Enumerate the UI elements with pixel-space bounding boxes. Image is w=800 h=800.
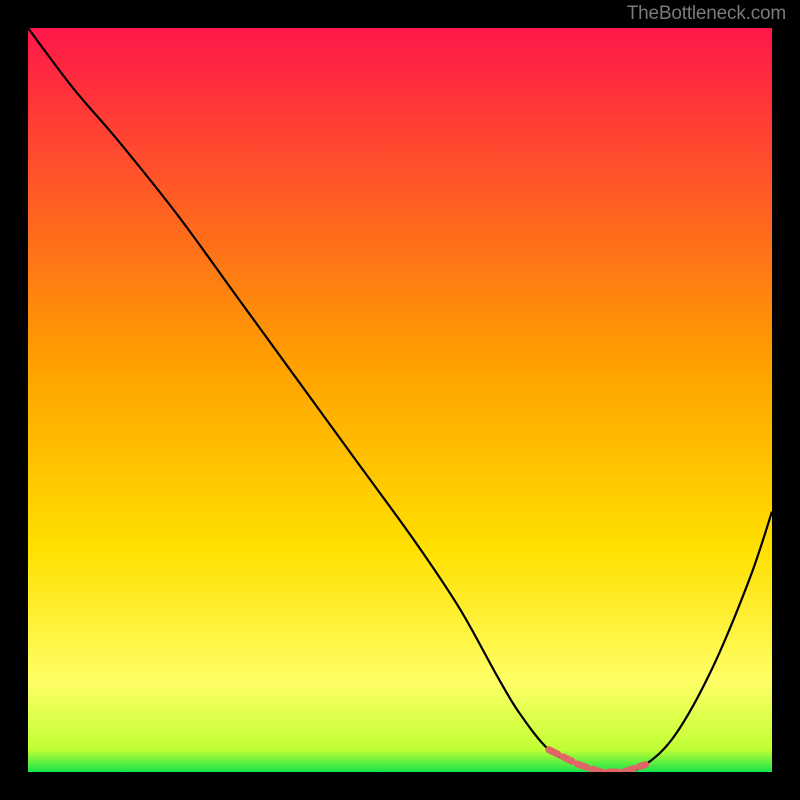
bottleneck-chart [28,28,772,772]
heatmap-background [28,28,772,772]
attribution-text: TheBottleneck.com [627,3,786,25]
chart-container [28,28,772,772]
